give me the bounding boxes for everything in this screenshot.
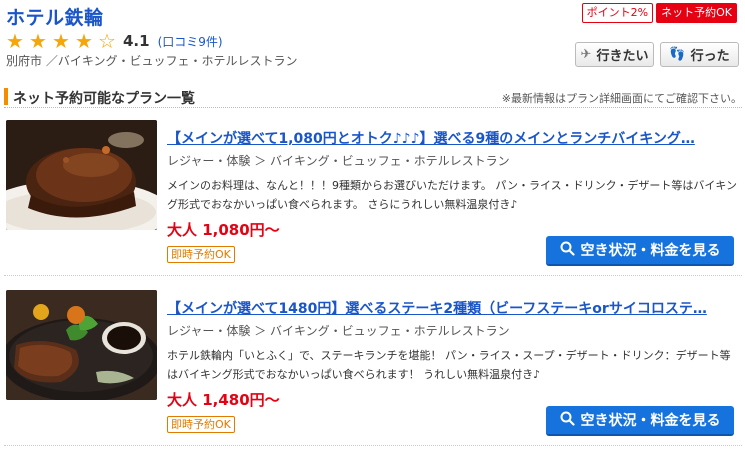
- plan-title-link[interactable]: 【メインが選べて1,080円とオトク♪♪♪】選べる9種のメインとランチバイキング…: [167, 128, 727, 148]
- star-filled-icon: ★: [6, 29, 24, 53]
- pin-icon: ✈: [580, 47, 592, 62]
- star-filled-icon: ★: [75, 29, 93, 53]
- beef-steak-image: [6, 290, 157, 400]
- view-availability-label: 空き状況・料金を見る: [580, 413, 721, 429]
- beef-steak-photo[interactable]: [6, 290, 157, 400]
- plan-category: レジャー・体験 ＞ バイキング・ビュッフェ・ホテルレストラン: [167, 324, 510, 338]
- went-button[interactable]: 👣 行った: [660, 42, 739, 67]
- rating-row: ★ ★ ★ ★ ☆ 4.1 (口コミ9件): [6, 31, 223, 51]
- plan-description: メインのお料理は、なんと！！！9種類からお選びいただけます。 パン・ライス・ドリ…: [167, 179, 738, 211]
- view-availability-button[interactable]: 空き状況・料金を見る: [546, 406, 734, 436]
- shop-name[interactable]: ホテル鉄輪: [6, 3, 104, 30]
- star-filled-icon: ★: [52, 29, 70, 53]
- action-buttons: ✈ 行きたい 👣 行った: [575, 42, 739, 67]
- section-note: ※最新情報はプラン詳細画面にてご確認下さい。: [501, 92, 742, 105]
- star-filled-icon: ★: [29, 29, 47, 53]
- hamburg-steak-photo[interactable]: [6, 120, 157, 230]
- view-availability-button[interactable]: 空き状況・料金を見る: [546, 236, 734, 266]
- went-label: 行った: [690, 49, 730, 64]
- want-to-go-label: 行きたい: [596, 49, 649, 64]
- rating-value: 4.1: [123, 32, 150, 50]
- star-rating: ★ ★ ★ ★ ☆: [6, 31, 121, 51]
- point-badge: ポイント2%: [581, 3, 654, 23]
- plan-title-link[interactable]: 【メインが選べて1480円】選べるステーキ2種類（ビーフステーキorサイコロステ…: [167, 298, 727, 318]
- star-empty-icon: ☆: [98, 29, 116, 53]
- search-icon: [560, 241, 575, 260]
- hamburg-steak-image: [6, 120, 157, 230]
- badges: ポイント2% ネット予約OK: [581, 3, 737, 23]
- plan-category: レジャー・体験 ＞ バイキング・ビュッフェ・ホテルレストラン: [167, 154, 510, 168]
- plan-card: 【メインが選べて1480円】選べるステーキ2種類（ビーフステーキorサイコロステ…: [4, 280, 742, 446]
- plan-card: 【メインが選べて1,080円とオトク♪♪♪】選べる9種のメインとランチバイキング…: [4, 110, 742, 276]
- net-reservation-badge: ネット予約OK: [656, 3, 737, 23]
- view-availability-label: 空き状況・料金を見る: [580, 243, 721, 259]
- plan-price: 大人 1,480円～: [167, 391, 280, 409]
- review-count-link[interactable]: (口コミ9件): [158, 33, 223, 50]
- instant-booking-tag: 即時予約OK: [167, 246, 235, 263]
- want-to-go-button[interactable]: ✈ 行きたい: [575, 42, 654, 67]
- plan-price: 大人 1,080円～: [167, 221, 280, 239]
- search-icon: [560, 411, 575, 430]
- instant-booking-tag: 即時予約OK: [167, 416, 235, 433]
- section-title: ネット予約可能なプラン一覧: [13, 91, 195, 107]
- plan-description: ホテル鉄輪内「いとふく」で、ステーキランチを堪能！ パン・ライス・スープ・デザー…: [167, 349, 731, 381]
- footprints-icon: 👣: [669, 47, 686, 62]
- section-accent-bar: [4, 88, 8, 105]
- area-genre-breadcrumb: 別府市 ／バイキング・ビュッフェ・ホテルレストラン: [6, 54, 298, 68]
- plan-list-header: ネット予約可能なプラン一覧 ※最新情報はプラン詳細画面にてご確認下さい。: [4, 86, 742, 108]
